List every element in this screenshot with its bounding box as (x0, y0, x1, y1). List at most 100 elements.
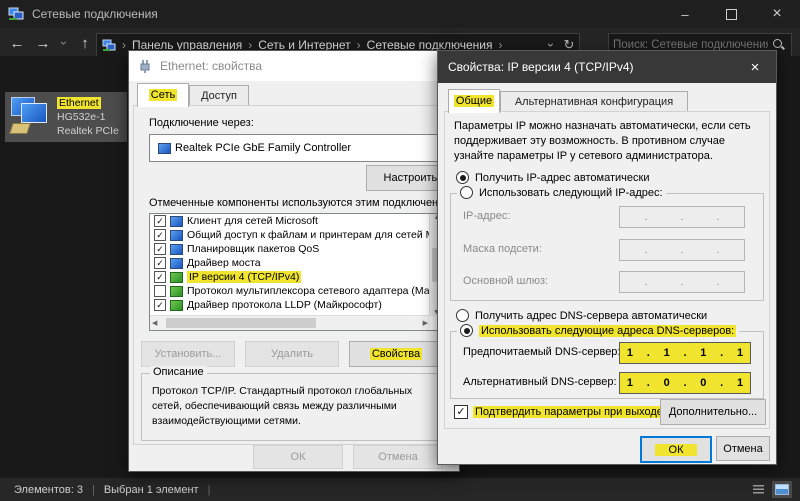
radio-on-icon (456, 171, 469, 184)
properties-label: Свойства (370, 348, 422, 360)
components-caption: Отмеченные компоненты используются этим … (149, 197, 445, 209)
status-separator: | (208, 484, 211, 496)
list-item-ipv4[interactable]: ✓IP версии 4 (TCP/IPv4) (150, 270, 444, 284)
manual-ip-group: Использовать следующий IP-адрес: IP-адре… (450, 193, 764, 301)
ethernet-dialog-title: Ethernet: свойства (160, 59, 262, 73)
tab-sharing[interactable]: Доступ (189, 85, 249, 107)
validate-label: Подтвердить параметры при выходе (473, 406, 665, 418)
checkbox-checked[interactable]: ✓ (154, 271, 166, 283)
uninstall-button[interactable]: Удалить (245, 341, 339, 367)
ipv4-dialog-title: Свойства: IP версии 4 (TCP/IPv4) (448, 60, 634, 74)
validate-checkbox[interactable]: ✓ Подтвердить параметры при выходе (454, 405, 665, 419)
description-title: Описание (150, 366, 207, 378)
close-button[interactable]: × (754, 0, 800, 28)
status-selected: Выбран 1 элемент (104, 484, 199, 496)
install-label: Установить... (155, 348, 222, 360)
adapter-icon (158, 143, 171, 154)
eth-cancel-label: Отмена (378, 451, 417, 463)
status-bar: Элементов: 3 | Выбран 1 элемент | (0, 478, 800, 501)
thumbnails-view-icon (775, 484, 789, 495)
ip-address-field[interactable]: ... (619, 206, 745, 228)
scrollbar-thumb[interactable] (166, 318, 316, 328)
radio-auto-ip[interactable]: Получить IP-адрес автоматически (456, 171, 649, 184)
horizontal-scrollbar[interactable]: ◀ ▶ (150, 315, 430, 330)
ethernet-dialog-title-bar: Ethernet: свойства (129, 51, 459, 81)
maximize-button[interactable] (708, 0, 754, 28)
tab-general[interactable]: Общие (448, 89, 500, 113)
checkbox-unchecked[interactable] (154, 285, 166, 297)
checkbox-checked[interactable]: ✓ (154, 215, 166, 227)
tab-alternate[interactable]: Альтернативная конфигурация (500, 91, 688, 113)
client-icon (170, 244, 183, 255)
details-view-button[interactable] (748, 481, 768, 498)
subnet-mask-label: Маска подсети: (463, 243, 542, 255)
eth-cancel-button[interactable]: Отмена (353, 445, 443, 469)
window-title: Сетевые подключения (32, 7, 158, 21)
scroll-right-icon[interactable]: ▶ (423, 319, 428, 327)
component-label: Драйвер протокола LLDP (Майкрософт) (187, 299, 382, 311)
forward-button[interactable]: → (30, 35, 56, 52)
ipv4-cancel-label: Отмена (723, 443, 762, 455)
network-connections-icon (8, 6, 24, 22)
tab-network[interactable]: Сеть (137, 83, 189, 107)
ipv4-close-button[interactable]: × (734, 51, 776, 83)
list-item[interactable]: ✓Клиент для сетей Microsoft (150, 214, 444, 228)
description-group: Описание Протокол TCP/IP. Стандартный пр… (141, 373, 443, 441)
radio-auto-dns[interactable]: Получить адрес DNS-сервера автоматически (456, 309, 707, 322)
client-icon (170, 230, 183, 241)
radio-manual-dns[interactable]: Использовать следующие адреса DNS-сервер… (457, 324, 739, 337)
component-label: Планировщик пакетов QoS (187, 243, 319, 255)
preferred-dns-field[interactable]: 1.1.1.1 (619, 342, 751, 364)
client-icon (170, 258, 183, 269)
ethernet-adapter-icon (9, 95, 55, 139)
ipv4-dialog-title-bar: Свойства: IP версии 4 (TCP/IPv4) (438, 51, 776, 83)
ipv4-ok-button[interactable]: ОК (640, 436, 712, 463)
radio-manual-ip-label: Использовать следующий IP-адрес: (479, 187, 663, 199)
component-label: Протокол мультиплексора сетевого адаптер… (187, 285, 430, 297)
eth-ok-button[interactable]: ОК (253, 445, 343, 469)
connection-item-ethernet[interactable]: Ethernet HG532e-1 Realtek PCIe (5, 92, 127, 142)
close-icon: × (772, 5, 781, 23)
list-item[interactable]: ✓ Драйвер протокола LLDP (Майкрософт) (150, 298, 444, 312)
gateway-label: Основной шлюз: (463, 275, 548, 287)
properties-button[interactable]: Свойства (349, 341, 443, 367)
manual-dns-group: Использовать следующие адреса DNS-сервер… (450, 331, 764, 399)
list-item[interactable]: ✓ Планировщик пакетов QoS (150, 242, 444, 256)
component-label: Общий доступ к файлам и принтерам для се… (187, 229, 437, 241)
install-button[interactable]: Установить... (141, 341, 235, 367)
radio-manual-ip[interactable]: Использовать следующий IP-адрес: (457, 186, 666, 199)
list-item[interactable]: ✓Драйвер моста (150, 256, 444, 270)
details-view-icon (753, 485, 764, 494)
checkbox-checked[interactable]: ✓ (154, 229, 166, 241)
subnet-mask-field[interactable]: ... (619, 239, 745, 261)
ipv4-cancel-button[interactable]: Отмена (716, 436, 770, 461)
list-item[interactable]: Протокол мультиплексора сетевого адаптер… (150, 284, 444, 298)
uninstall-label: Удалить (271, 348, 313, 360)
minimize-button[interactable]: – (662, 0, 708, 28)
thumbnails-view-button[interactable] (772, 481, 792, 498)
back-button[interactable]: ← (4, 35, 30, 52)
recent-locations-chevron-icon[interactable]: › (57, 35, 71, 51)
client-icon (170, 216, 183, 227)
close-icon: × (751, 59, 760, 76)
checkbox-checked[interactable]: ✓ (154, 257, 166, 269)
advanced-button[interactable]: Дополнительно... (660, 399, 766, 425)
alternate-dns-field[interactable]: 1.0.0.1 (619, 372, 751, 394)
connection-network: HG532e-1 (57, 111, 105, 123)
ethernet-properties-dialog: Ethernet: свойства Сеть Доступ Подключен… (128, 50, 460, 472)
gateway-field[interactable]: ... (619, 271, 745, 293)
list-item[interactable]: ✓ Общий доступ к файлам и принтерам для с… (150, 228, 444, 242)
radio-manual-dns-label: Использовать следующие адреса DNS-сервер… (479, 325, 736, 337)
description-text: Протокол TCP/IP. Стандартный протокол гл… (142, 374, 442, 429)
title-bar: Сетевые подключения – × (0, 0, 800, 28)
protocol-icon (170, 286, 183, 297)
checkbox-checked[interactable]: ✓ (154, 243, 166, 255)
components-list[interactable]: ✓Клиент для сетей Microsoft ✓ Общий досту… (149, 213, 445, 331)
checkbox-checked[interactable]: ✓ (154, 299, 166, 311)
scroll-left-icon[interactable]: ◀ (152, 319, 157, 327)
preferred-dns-label: Предпочитаемый DNS-сервер: (463, 346, 620, 358)
up-button[interactable]: ↑ (72, 35, 98, 52)
status-separator: | (92, 484, 95, 496)
ip-label: IP-адрес: (463, 210, 510, 222)
radio-off-icon (456, 309, 469, 322)
